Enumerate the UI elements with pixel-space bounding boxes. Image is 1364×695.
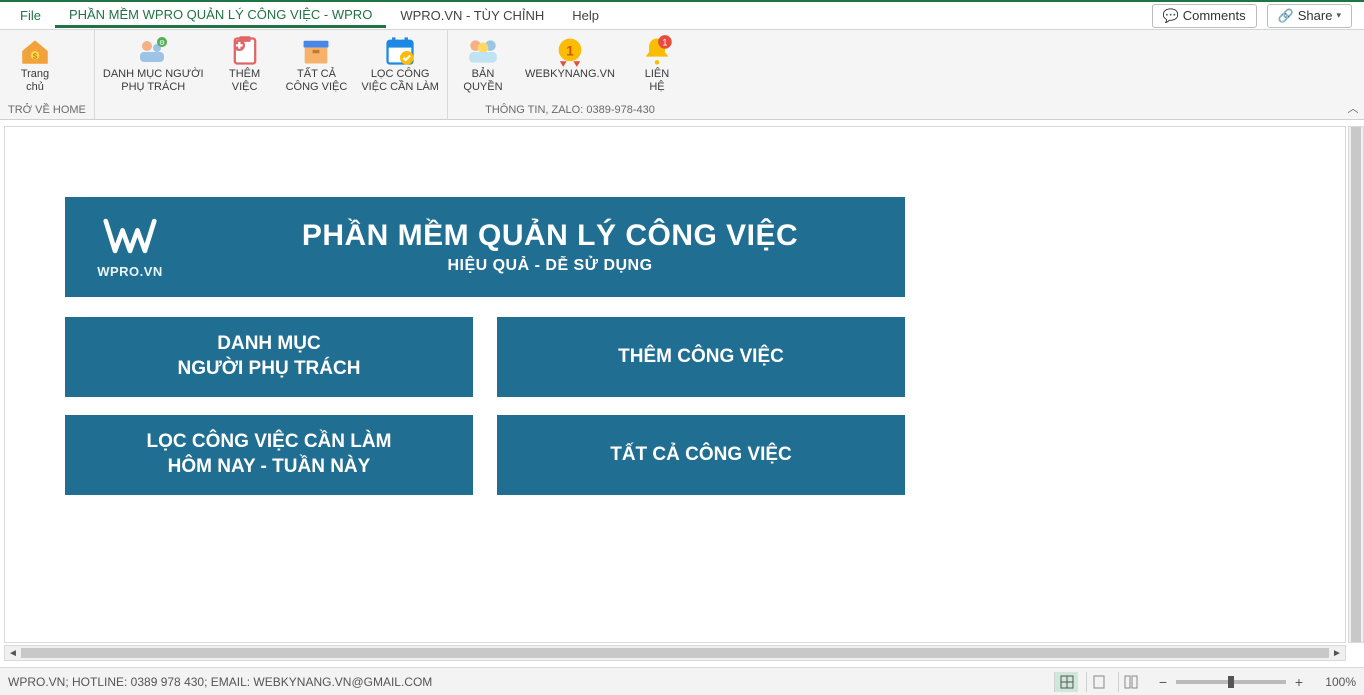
- add-task-label: THÊM VIỆC: [229, 68, 260, 93]
- tab-wpro-main[interactable]: PHẦN MỀM WPRO QUẢN LÝ CÔNG VIỆC - WPRO: [55, 3, 386, 28]
- banner-subtitle: HIỆU QUẢ - DỄ SỬ DỤNG: [195, 257, 905, 275]
- tab-help[interactable]: Help: [558, 4, 613, 27]
- comments-button[interactable]: 💬 Comments: [1152, 4, 1257, 28]
- horizontal-scrollbar[interactable]: ◄ ►: [4, 645, 1346, 661]
- card-all-tasks[interactable]: TẤT CẢ CÔNG VIỆC: [497, 415, 905, 495]
- ribbon-group-tasks-label: [103, 102, 439, 119]
- view-page-layout-button[interactable]: [1086, 672, 1110, 692]
- svg-text:⚙: ⚙: [159, 39, 165, 47]
- banner-text: PHẦN MỀM QUẢN LÝ CÔNG VIỆC HIỆU QUẢ - DỄ…: [195, 219, 905, 275]
- banner-title: PHẦN MỀM QUẢN LÝ CÔNG VIỆC: [195, 219, 905, 253]
- comment-icon: 💬: [1163, 8, 1179, 24]
- page-break-icon: [1124, 675, 1138, 689]
- card-add-task[interactable]: THÊM CÔNG VIỆC: [497, 317, 905, 397]
- add-task-button[interactable]: THÊM VIỆC: [218, 32, 272, 93]
- zoom-control: − + 100%: [1156, 674, 1356, 690]
- zoom-value: 100%: [1312, 675, 1356, 689]
- contact-label: LIÊN HỆ: [645, 68, 669, 93]
- chevron-down-icon: ▾: [1336, 10, 1341, 21]
- filter-tasks-button[interactable]: LỌC CÔNG VIỆC CẦN LÀM: [361, 32, 439, 93]
- ribbon-group-info: BẢN QUYỀN 1 WEBKYNANG.VN 1 LIÊN HỆ THÔNG…: [448, 30, 692, 119]
- share-label: Share: [1298, 8, 1333, 23]
- app-banner: WPRO.VN PHẦN MỀM QUẢN LÝ CÔNG VIỆC HIỆU …: [65, 197, 905, 297]
- ribbon-group-info-label: THÔNG TIN, ZALO: 0389-978-430: [456, 102, 684, 119]
- comments-label: Comments: [1183, 8, 1246, 23]
- tab-file[interactable]: File: [6, 4, 55, 27]
- ribbon-group-tasks: ⚙ DANH MỤC NGƯỜI PHỤ TRÁCH THÊM VIỆC TẤT…: [95, 30, 448, 119]
- vertical-scrollbar[interactable]: [1348, 126, 1364, 643]
- view-normal-button[interactable]: [1054, 672, 1078, 692]
- wpro-logo-icon: [102, 215, 158, 262]
- svg-text:1: 1: [566, 44, 574, 59]
- ribbon-group-home-label: TRỞ VỀ HOME: [8, 102, 86, 119]
- workspace: WPRO.VN PHẦN MỀM QUẢN LÝ CÔNG VIỆC HIỆU …: [0, 120, 1364, 665]
- all-tasks-button[interactable]: TẤT CẢ CÔNG VIỆC: [286, 32, 348, 93]
- zoom-slider[interactable]: [1176, 680, 1286, 684]
- share-button[interactable]: 🔗 Share ▾: [1267, 4, 1352, 28]
- license-label: BẢN QUYỀN: [463, 68, 502, 93]
- filter-tasks-label: LỌC CÔNG VIỆC CẦN LÀM: [361, 68, 439, 93]
- zoom-in-button[interactable]: +: [1292, 674, 1306, 690]
- status-bar: WPRO.VN; HOTLINE: 0389 978 430; EMAIL: W…: [0, 667, 1364, 695]
- page-layout-icon: [1092, 675, 1106, 689]
- ribbon-tab-strip: File PHẦN MỀM WPRO QUẢN LÝ CÔNG VIỆC - W…: [0, 2, 1364, 30]
- webkynang-button[interactable]: 1 WEBKYNANG.VN: [524, 32, 616, 81]
- sheet-canvas: WPRO.VN PHẦN MỀM QUẢN LÝ CÔNG VIỆC HIỆU …: [4, 126, 1346, 643]
- home-button[interactable]: $ Trang chủ: [8, 32, 62, 93]
- add-document-icon: [228, 36, 262, 66]
- people-group-icon: [466, 36, 500, 66]
- status-text: WPRO.VN; HOTLINE: 0389 978 430; EMAIL: W…: [8, 675, 432, 689]
- ribbon-group-home: $ Trang chủ TRỞ VỀ HOME: [0, 30, 95, 119]
- all-tasks-label: TẤT CẢ CÔNG VIỆC: [286, 68, 348, 93]
- scroll-left-icon[interactable]: ◄: [5, 648, 21, 659]
- home-icon: $: [18, 36, 52, 66]
- people-gear-icon: ⚙: [136, 36, 170, 66]
- brand-block: WPRO.VN: [65, 215, 195, 279]
- svg-text:1: 1: [662, 37, 667, 47]
- webkynang-label: WEBKYNANG.VN: [525, 68, 615, 81]
- menu-grid: DANH MỤC NGƯỜI PHỤ TRÁCH THÊM CÔNG VIỆC …: [65, 317, 905, 495]
- card-filter-tasks[interactable]: LỌC CÔNG VIỆC CẦN LÀM HÔM NAY - TUẦN NÀY: [65, 415, 473, 495]
- contacts-button[interactable]: ⚙ DANH MỤC NGƯỜI PHỤ TRÁCH: [103, 32, 204, 93]
- card-contacts[interactable]: DANH MỤC NGƯỜI PHỤ TRÁCH: [65, 317, 473, 397]
- ribbon: $ Trang chủ TRỞ VỀ HOME ⚙ DANH MỤC NGƯỜI…: [0, 30, 1364, 120]
- license-button[interactable]: BẢN QUYỀN: [456, 32, 510, 93]
- tab-customize[interactable]: WPRO.VN - TÙY CHỈNH: [386, 4, 558, 27]
- share-icon: 🔗: [1278, 8, 1294, 24]
- grid-icon: [1060, 675, 1074, 689]
- scroll-right-icon[interactable]: ►: [1329, 648, 1345, 659]
- view-page-break-button[interactable]: [1118, 672, 1142, 692]
- zoom-out-button[interactable]: −: [1156, 674, 1170, 690]
- archive-icon: [299, 36, 333, 66]
- badge-number-one-icon: 1: [553, 36, 587, 66]
- home-label: Trang chủ: [21, 68, 49, 93]
- chevron-up-icon: ︿: [1348, 100, 1359, 116]
- contact-button[interactable]: 1 LIÊN HỆ: [630, 32, 684, 93]
- collapse-ribbon-button[interactable]: ︿: [1342, 30, 1364, 119]
- contacts-label: DANH MỤC NGƯỜI PHỤ TRÁCH: [103, 68, 204, 93]
- calendar-check-icon: [383, 36, 417, 66]
- brand-text: WPRO.VN: [97, 264, 163, 279]
- bell-notification-icon: 1: [640, 36, 674, 66]
